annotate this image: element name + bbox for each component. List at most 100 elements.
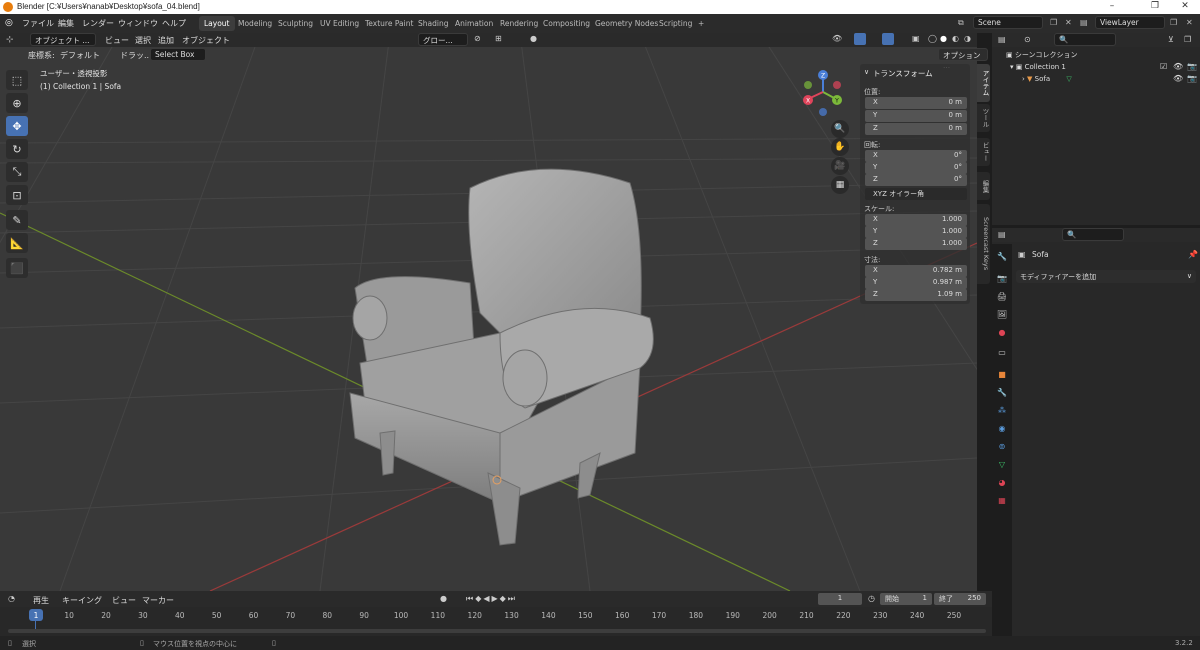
outliner-search-input[interactable]: 🔍 xyxy=(1054,33,1116,46)
annotate-tool[interactable]: ✎ xyxy=(6,210,28,230)
tab-texture-paint[interactable]: Texture Paint xyxy=(360,16,418,31)
editor-type-icon[interactable]: ⊹ xyxy=(6,35,14,45)
menu-select[interactable]: 選択 xyxy=(135,35,151,46)
scene-tab-icon[interactable]: ● xyxy=(996,326,1008,338)
panel-collapse-icon[interactable]: ∨ xyxy=(864,68,869,76)
physics-tab-icon[interactable]: ◉ xyxy=(996,422,1008,434)
tab-geometry-nodes[interactable]: Geometry Nodes xyxy=(590,16,663,31)
blender-menu-icon[interactable]: ◎ xyxy=(5,18,13,28)
tab-screencast-keys[interactable]: Screencast Keys xyxy=(977,204,990,284)
menu-marker[interactable]: マーカー xyxy=(142,595,174,606)
proportional-edit-icon[interactable]: ● xyxy=(530,34,537,43)
wireframe-shading-icon[interactable]: ◯ xyxy=(928,34,937,43)
timeline-editor-icon[interactable]: ◔ xyxy=(8,594,15,603)
properties-editor-icon[interactable]: ▤ xyxy=(998,230,1006,239)
mode-selector[interactable]: オブジェクト ... xyxy=(30,33,96,46)
location-y-field[interactable]: Y0 m xyxy=(865,110,967,122)
location-z-field[interactable]: Z0 m xyxy=(865,123,967,135)
outliner-scene-collection[interactable]: ▣ シーンコレクション xyxy=(1006,50,1078,60)
tab-layout[interactable]: Layout xyxy=(199,16,235,31)
new-scene-icon[interactable]: ❐ xyxy=(1050,18,1057,27)
world-tab-icon[interactable]: ▭ xyxy=(996,346,1008,358)
rotate-tool[interactable]: ↻ xyxy=(6,139,28,159)
view-layer-icon[interactable]: ▤ xyxy=(1080,18,1088,27)
particles-tab-icon[interactable]: ⁂ xyxy=(996,404,1008,416)
tab-tool[interactable]: ツール xyxy=(977,104,990,132)
pan-hand-icon[interactable]: ✋ xyxy=(831,138,849,156)
clock-icon[interactable]: ◷ xyxy=(868,594,875,603)
view-layer-tab-icon[interactable]: 🖼 xyxy=(996,308,1008,320)
object-tab-icon[interactable]: ■ xyxy=(996,368,1008,380)
rotation-z-field[interactable]: Z 0° xyxy=(865,174,967,186)
object-camera-icon[interactable]: 📷 xyxy=(1187,74,1197,83)
tab-rendering[interactable]: Rendering xyxy=(495,16,543,31)
collection-checkbox-icon[interactable]: ☑ xyxy=(1160,62,1167,71)
axis-gizmo[interactable]: Z Y X xyxy=(800,68,846,118)
tab-scripting[interactable]: Scripting xyxy=(654,16,697,31)
outliner-editor-icon[interactable]: ▤ xyxy=(998,35,1006,44)
gizmo-toggle-icon[interactable] xyxy=(854,33,866,45)
pin-icon[interactable]: 📌 xyxy=(1188,250,1198,259)
pivot-icon[interactable]: ⊘ xyxy=(474,34,481,43)
scale-z-field[interactable]: Z 1.000 xyxy=(865,238,967,250)
tab-animation[interactable]: Animation xyxy=(450,16,498,31)
dimension-z-field[interactable]: Z 1.09 m xyxy=(865,289,967,301)
menu-render[interactable]: レンダー xyxy=(82,18,114,29)
scale-tool[interactable]: ⤡ xyxy=(6,162,28,182)
display-mode-icon[interactable]: ⊙ xyxy=(1024,35,1031,44)
camera-view-icon[interactable]: 🎥 xyxy=(831,157,849,175)
texture-tab-icon[interactable]: ▦ xyxy=(996,494,1008,506)
tab-shading[interactable]: Shading xyxy=(413,16,453,31)
menu-playback[interactable]: 再生 xyxy=(33,595,49,606)
menu-keying[interactable]: キーイング xyxy=(62,595,102,606)
dimension-x-field[interactable]: X 0.782 m xyxy=(865,265,967,277)
scale-y-field[interactable]: Y 1.000 xyxy=(865,226,967,238)
end-frame-field[interactable]: 終了 250 xyxy=(934,593,986,605)
visibility-icon[interactable]: 👁 xyxy=(832,34,842,43)
tab-modeling[interactable]: Modeling xyxy=(233,16,277,31)
drag-selector[interactable]: Select Box xyxy=(150,48,206,61)
constraints-tab-icon[interactable]: ⊚ xyxy=(996,440,1008,452)
tab-compositing[interactable]: Compositing xyxy=(538,16,595,31)
rotation-x-field[interactable]: X 0° xyxy=(865,150,967,162)
record-icon[interactable]: ● xyxy=(440,594,447,603)
collection-camera-icon[interactable]: 📷 xyxy=(1187,62,1197,71)
maximize-button[interactable]: ❐ xyxy=(1140,1,1170,11)
object-eye-icon[interactable]: 👁 xyxy=(1173,74,1183,83)
menu-object[interactable]: オブジェクト xyxy=(182,35,230,46)
options-button[interactable]: オプション ... xyxy=(938,48,988,70)
scene-selector[interactable]: Scene xyxy=(973,16,1043,29)
modifier-tab-icon[interactable]: 🔧 xyxy=(996,386,1008,398)
tab-uv-editing[interactable]: UV Editing xyxy=(315,16,364,31)
measure-tool[interactable]: 📐 xyxy=(6,233,28,253)
move-tool[interactable]: ✥ xyxy=(6,116,28,136)
add-workspace-button[interactable]: + xyxy=(693,16,709,31)
properties-search-input[interactable]: 🔍 xyxy=(1062,228,1124,241)
delete-view-layer-icon[interactable]: ✕ xyxy=(1186,18,1193,27)
location-x-field[interactable]: X0 m xyxy=(865,97,967,109)
coord-selector[interactable]: デフォルト xyxy=(60,50,100,61)
tool-tab-icon[interactable]: 🔧 xyxy=(996,250,1008,262)
current-frame-field[interactable]: 1 xyxy=(818,593,862,605)
outliner-collection[interactable]: ▾ ▣ Collection 1 xyxy=(1010,63,1066,71)
render-tab-icon[interactable]: 📷 xyxy=(996,272,1008,284)
tab-item[interactable]: アイテム xyxy=(977,64,990,102)
output-tab-icon[interactable]: 🖨 xyxy=(996,290,1008,302)
rotation-y-field[interactable]: Y 0° xyxy=(865,162,967,174)
dimension-y-field[interactable]: Y 0.987 m xyxy=(865,277,967,289)
solid-shading-icon[interactable]: ● xyxy=(940,34,947,43)
minimize-button[interactable]: – xyxy=(1097,1,1127,11)
collection-eye-icon[interactable]: 👁 xyxy=(1173,62,1183,71)
outliner-object-sofa[interactable]: › ▼ Sofa ▽ xyxy=(1022,75,1072,83)
filter-icon[interactable]: ⊻ xyxy=(1168,35,1174,44)
rotation-mode-select[interactable]: XYZ オイラー角 xyxy=(865,188,967,200)
start-frame-field[interactable]: 開始 1 xyxy=(880,593,932,605)
delete-scene-icon[interactable]: ✕ xyxy=(1065,18,1072,27)
overlay-toggle-icon[interactable] xyxy=(882,33,894,45)
menu-view[interactable]: ビュー xyxy=(105,35,129,46)
menu-edit[interactable]: 編集 xyxy=(58,18,74,29)
perspective-grid-icon[interactable]: ▦ xyxy=(831,176,849,194)
menu-add[interactable]: 追加 xyxy=(158,35,174,46)
xray-icon[interactable]: ▣ xyxy=(912,34,920,43)
cursor-tool[interactable]: ⊕ xyxy=(6,93,28,113)
